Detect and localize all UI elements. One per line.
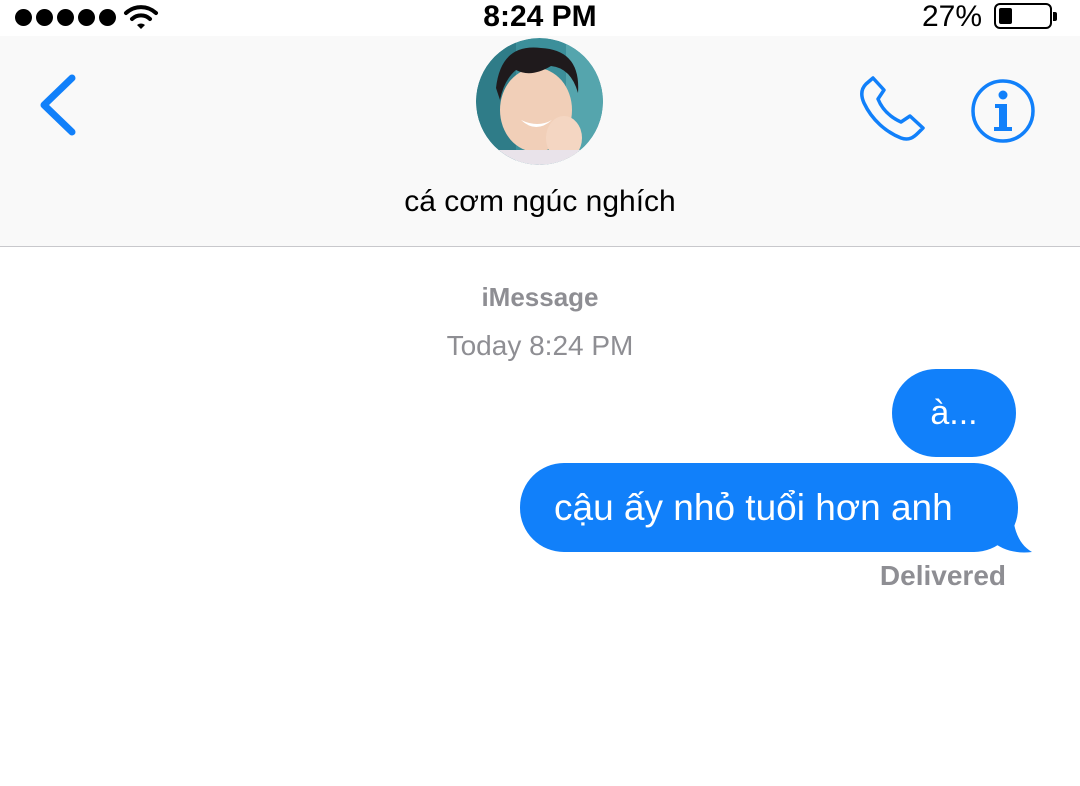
- contact-name[interactable]: cá cơm ngúc nghích: [0, 184, 1080, 220]
- info-icon[interactable]: [970, 78, 1036, 144]
- outgoing-message-bubble[interactable]: à...: [892, 369, 1016, 457]
- delivery-status: Delivered: [879, 560, 1006, 591]
- phone-icon[interactable]: [856, 76, 928, 142]
- conversation-header: cá cơm ngúc nghích: [0, 36, 1080, 247]
- battery-icon: [994, 3, 1057, 29]
- status-bar: 8:24 PM 27%: [0, 0, 1080, 36]
- outgoing-message-bubble[interactable]: cậu ấy nhỏ tuổi hơn anh: [520, 463, 1018, 552]
- back-chevron-icon[interactable]: [36, 74, 82, 136]
- service-label: iMessage: [481, 282, 599, 312]
- battery-percentage: 27%: [921, 0, 982, 33]
- message-timestamp: Today 8:24 PM: [446, 330, 634, 361]
- status-time: 8:24 PM: [483, 0, 597, 33]
- contact-avatar[interactable]: [476, 38, 603, 165]
